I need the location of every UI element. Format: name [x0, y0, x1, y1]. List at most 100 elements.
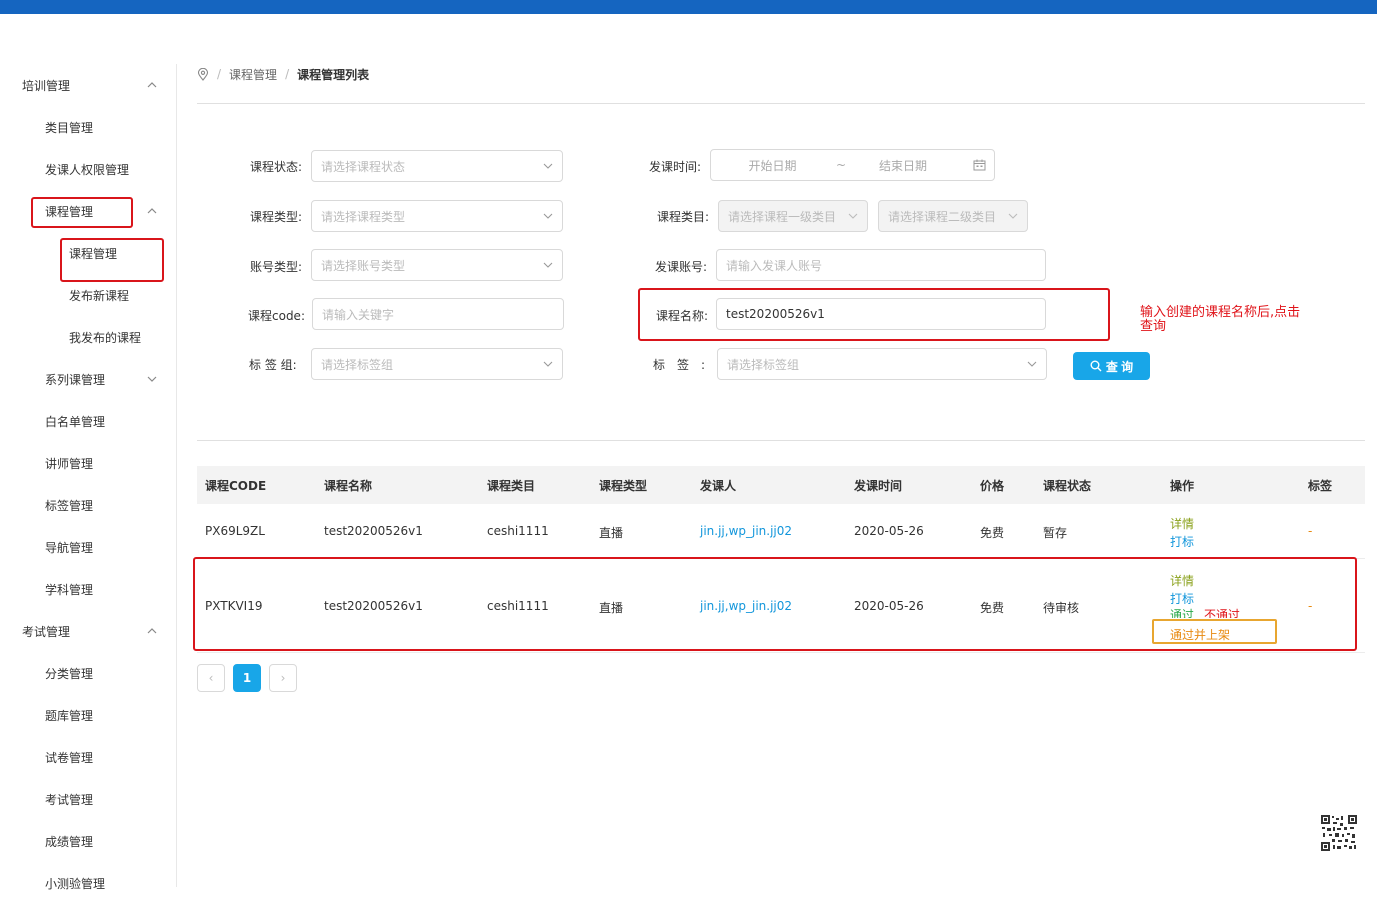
- sidebar-item-label: 我发布的课程: [69, 330, 142, 345]
- table-header: 课程CODE 课程名称 课程类目 课程类型 发课人 发课时间 价格 课程状态 操…: [197, 466, 1365, 504]
- sidebar-item-label: 系列课管理: [45, 372, 106, 387]
- chevron-left-icon: ‹: [208, 671, 214, 685]
- cell-type: 直播: [599, 526, 624, 540]
- chevron-down-icon: [147, 376, 157, 382]
- cell-tag: -: [1308, 524, 1313, 538]
- search-button[interactable]: 查 询: [1073, 352, 1150, 380]
- sidebar-item-publish-course[interactable]: 发布新课程: [0, 280, 176, 310]
- sidebar-group-training[interactable]: 培训管理: [0, 70, 176, 100]
- column-header: 课程类型: [599, 479, 648, 493]
- top-bar: [0, 0, 1377, 14]
- tag-group-select[interactable]: 请选择标签组: [311, 348, 563, 380]
- table-row: PX69L9ZL test20200526v1 ceshi1111 直播 jin…: [197, 504, 1365, 559]
- course-category-level1-placeholder: 请选择课程一级类目: [728, 209, 837, 224]
- cell-time: 2020-05-26: [854, 524, 924, 538]
- course-code-input[interactable]: 请输入关键字: [312, 298, 564, 330]
- column-header: 价格: [980, 479, 1005, 493]
- highlight-box: [638, 288, 1110, 341]
- sidebar-item-label: 发课人权限管理: [45, 162, 130, 177]
- sidebar-item-label: 考试管理: [22, 624, 71, 639]
- sidebar-item-label: 学科管理: [45, 582, 94, 597]
- sidebar-item-publisher-permission[interactable]: 发课人权限管理: [0, 154, 176, 184]
- column-header: 课程状态: [1043, 479, 1092, 493]
- annotation-text: 输入创建的课程名称后,点击查询: [1140, 305, 1301, 334]
- sidebar-group-exam[interactable]: 考试管理: [0, 616, 176, 646]
- sidebar-item-category[interactable]: 类目管理: [0, 112, 176, 142]
- course-type-select[interactable]: 请选择课程类型: [311, 200, 563, 232]
- highlight-box: [31, 197, 133, 228]
- breadcrumb-current: 课程管理列表: [297, 67, 370, 82]
- search-button-label: 查 询: [1105, 359, 1134, 374]
- next-page-button[interactable]: ›: [269, 664, 297, 692]
- chevron-up-icon: [147, 628, 157, 634]
- tag-select[interactable]: 请选择标签组: [717, 348, 1047, 380]
- sidebar-item-label: 小测验管理: [45, 876, 106, 891]
- end-date-placeholder[interactable]: 结束日期: [857, 157, 949, 174]
- sidebar-item-label: 成绩管理: [45, 834, 94, 849]
- publish-time-range[interactable]: 开始日期 ~ 结束日期: [710, 149, 995, 181]
- detail-link[interactable]: 详情: [1170, 515, 1194, 532]
- divider: [197, 440, 1365, 441]
- mark-link[interactable]: 打标: [1170, 533, 1194, 550]
- sidebar-item-tag[interactable]: 标签管理: [0, 490, 176, 520]
- start-date-placeholder[interactable]: 开始日期: [720, 157, 825, 174]
- sidebar-item-my-courses[interactable]: 我发布的课程: [0, 322, 176, 352]
- sidebar-item-paper[interactable]: 试卷管理: [0, 742, 176, 772]
- page-button[interactable]: 1: [233, 664, 261, 692]
- course-category-level2-select[interactable]: 请选择课程二级类目: [878, 200, 1028, 232]
- sidebar-item-whitelist[interactable]: 白名单管理: [0, 406, 176, 436]
- highlight-box: [1152, 619, 1277, 644]
- cell-price: 免费: [980, 526, 1005, 540]
- chevron-up-icon: [147, 82, 157, 88]
- cell-code: PX69L9ZL: [205, 524, 265, 538]
- sidebar-item-label: 类目管理: [45, 120, 94, 135]
- sidebar-item-exam[interactable]: 考试管理: [0, 784, 176, 814]
- sidebar-item-quiz[interactable]: 小测验管理: [0, 868, 176, 898]
- sidebar-item-navigation[interactable]: 导航管理: [0, 532, 176, 562]
- sidebar-item-lecturer[interactable]: 讲师管理: [0, 448, 176, 478]
- sidebar-item-classification[interactable]: 分类管理: [0, 658, 176, 688]
- column-header: 操作: [1170, 479, 1195, 493]
- sidebar-item-question-bank[interactable]: 题库管理: [0, 700, 176, 730]
- account-type-select[interactable]: 请选择账号类型: [311, 249, 563, 281]
- sidebar-item-score[interactable]: 成绩管理: [0, 826, 176, 856]
- chevron-down-icon: [543, 163, 553, 169]
- sidebar-item-subject[interactable]: 学科管理: [0, 574, 176, 604]
- publisher-link[interactable]: jin.jj,wp_jin.jj02: [700, 524, 792, 538]
- date-range-tilde: ~: [835, 158, 847, 172]
- breadcrumb-root[interactable]: 课程管理: [229, 66, 277, 83]
- chevron-down-icon: [543, 213, 553, 219]
- course-code-label: 课程code:: [248, 309, 305, 323]
- location-icon: [197, 67, 209, 81]
- publisher-account-input[interactable]: 请输入发课人账号: [716, 249, 1046, 281]
- column-header: 课程CODE: [205, 479, 267, 493]
- column-header: 标签: [1308, 479, 1333, 493]
- chevron-down-icon: [848, 213, 858, 219]
- breadcrumb-separator: /: [285, 67, 290, 81]
- course-type-label: 课程类型:: [250, 210, 303, 224]
- sidebar-item-label: 标签管理: [45, 498, 94, 513]
- tag-placeholder: 请选择标签组: [727, 357, 800, 372]
- chevron-down-icon: [1008, 213, 1018, 219]
- account-type-placeholder: 请选择账号类型: [321, 258, 406, 273]
- breadcrumb-separator: /: [217, 67, 222, 81]
- sidebar-item-label: 导航管理: [45, 540, 94, 555]
- course-status-label: 课程状态:: [250, 160, 303, 174]
- column-header: 发课时间: [854, 479, 903, 493]
- sidebar-group-series[interactable]: 系列课管理: [0, 364, 176, 394]
- chevron-down-icon: [543, 262, 553, 268]
- cell-status: 暂存: [1043, 526, 1068, 540]
- publisher-account-placeholder: 请输入发课人账号: [726, 258, 823, 273]
- course-category-level1-select[interactable]: 请选择课程一级类目: [718, 200, 868, 232]
- sidebar-item-label: 发布新课程: [69, 288, 130, 303]
- prev-page-button[interactable]: ‹: [197, 664, 225, 692]
- course-category-level2-placeholder: 请选择课程二级类目: [888, 209, 997, 224]
- sidebar-item-label: 题库管理: [45, 708, 94, 723]
- qr-code-icon: [1321, 815, 1357, 851]
- publisher-account-label: 发课账号:: [655, 260, 708, 274]
- breadcrumb: / 课程管理 / 课程管理列表: [197, 64, 369, 84]
- course-status-select[interactable]: 请选择课程状态: [311, 150, 563, 182]
- cell-name: test20200526v1: [324, 524, 423, 538]
- chevron-right-icon: ›: [280, 671, 286, 685]
- course-status-placeholder: 请选择课程状态: [321, 159, 406, 174]
